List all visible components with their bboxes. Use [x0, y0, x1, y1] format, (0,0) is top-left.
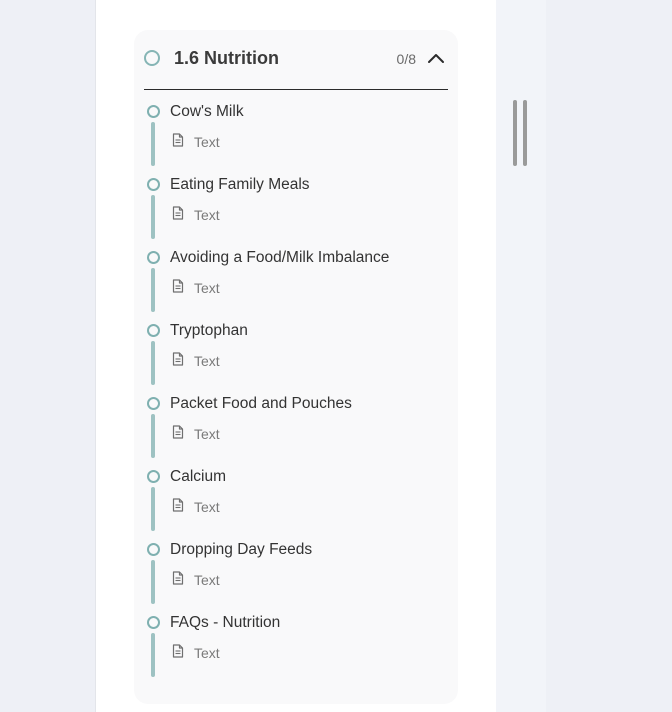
progress-connector [151, 122, 155, 166]
section-header[interactable]: 1.6 Nutrition 0/8 [144, 30, 448, 90]
document-icon [172, 133, 184, 147]
progress-connector [151, 633, 155, 677]
circle-outline-icon [147, 178, 160, 191]
chevron-up-icon[interactable] [426, 48, 446, 68]
lesson-item[interactable]: Avoiding a Food/Milk Imbalance Text [134, 246, 458, 319]
lesson-type-label: Text [194, 572, 220, 588]
lesson-type-label: Text [194, 280, 220, 296]
section-progress: 0/8 [396, 51, 416, 67]
circle-outline-icon [144, 50, 160, 66]
circle-outline-icon [147, 616, 160, 629]
lesson-item[interactable]: Calcium Text [134, 465, 458, 538]
lesson-item[interactable]: Tryptophan Text [134, 319, 458, 392]
lesson-item[interactable]: FAQs - Nutrition Text [134, 611, 458, 684]
lesson-item[interactable]: Cow's Milk Text [134, 100, 458, 173]
document-icon [172, 279, 184, 293]
lesson-title: Eating Family Meals [170, 176, 310, 193]
circle-outline-icon [147, 105, 160, 118]
circle-outline-icon [147, 251, 160, 264]
circle-outline-icon [147, 470, 160, 483]
lesson-type-label: Text [194, 499, 220, 515]
document-icon [172, 498, 184, 512]
circle-outline-icon [147, 543, 160, 556]
lesson-type-label: Text [194, 207, 220, 223]
progress-connector [151, 487, 155, 531]
lesson-type-label: Text [194, 134, 220, 150]
section-title: 1.6 Nutrition [174, 48, 280, 68]
section-card: 1.6 Nutrition 0/8 Cow's Milk Text Eating… [134, 30, 458, 704]
lesson-type-label: Text [194, 426, 220, 442]
document-icon [172, 644, 184, 658]
lesson-type-label: Text [194, 353, 220, 369]
lesson-title: Packet Food and Pouches [170, 395, 352, 412]
lesson-item[interactable]: Dropping Day Feeds Text [134, 538, 458, 611]
lesson-list: Cow's Milk Text Eating Family Meals Text… [134, 100, 458, 684]
progress-connector [151, 560, 155, 604]
document-icon [172, 352, 184, 366]
circle-outline-icon [147, 324, 160, 337]
lesson-title: FAQs - Nutrition [170, 614, 281, 631]
resize-handle-bar [523, 100, 527, 166]
progress-connector [151, 341, 155, 385]
progress-connector [151, 195, 155, 239]
progress-connector [151, 414, 155, 458]
lesson-item[interactable]: Packet Food and Pouches Text [134, 392, 458, 465]
lesson-title: Dropping Day Feeds [170, 541, 313, 558]
resize-handle-bar [513, 100, 517, 166]
lesson-title: Cow's Milk [170, 103, 244, 120]
lesson-title: Calcium [170, 468, 226, 485]
progress-connector [151, 268, 155, 312]
resize-handle[interactable] [513, 100, 529, 166]
page-background-left [0, 0, 95, 712]
document-icon [172, 425, 184, 439]
circle-outline-icon [147, 397, 160, 410]
document-icon [172, 571, 184, 585]
lesson-title: Avoiding a Food/Milk Imbalance [170, 249, 390, 266]
lesson-title: Tryptophan [170, 322, 248, 339]
lesson-item[interactable]: Eating Family Meals Text [134, 173, 458, 246]
document-icon [172, 206, 184, 220]
lesson-type-label: Text [194, 645, 220, 661]
